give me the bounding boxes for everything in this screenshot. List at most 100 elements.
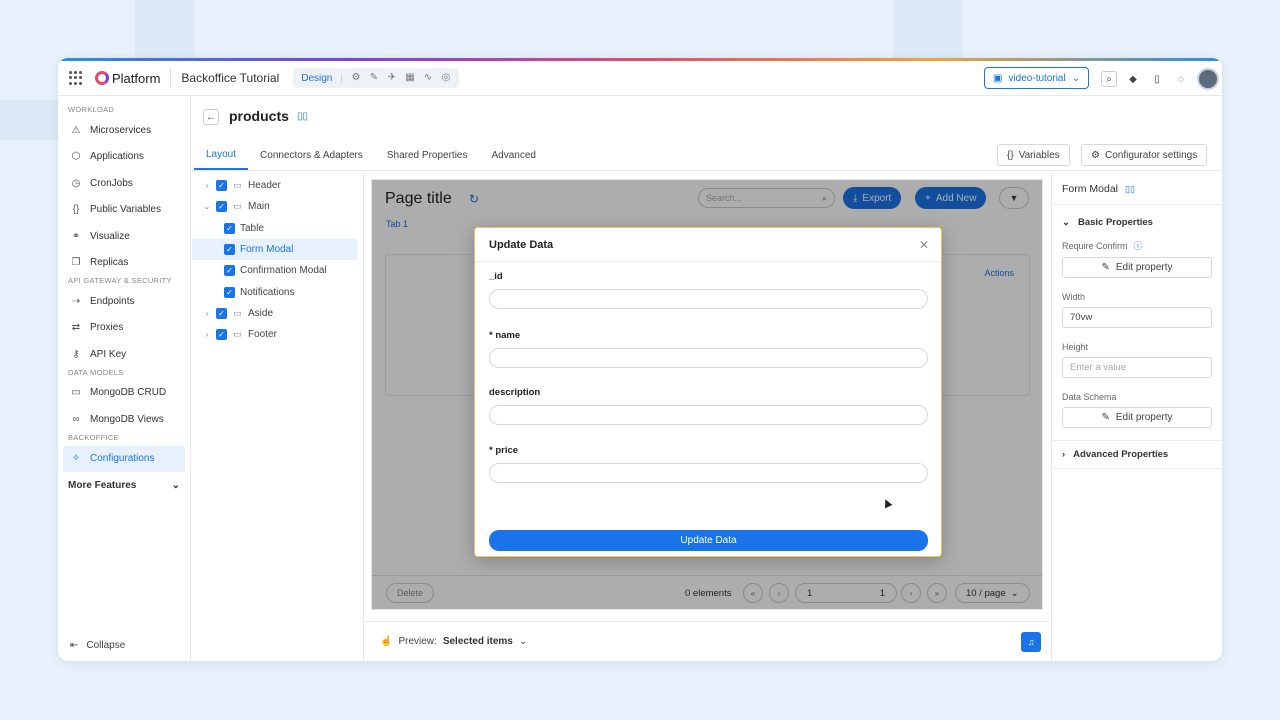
chevron-right-icon[interactable]: › [203, 181, 211, 190]
sidebar-item-replicas[interactable]: ❐ Replicas [58, 250, 190, 277]
cronjobs-icon: ◷ [71, 177, 81, 189]
docs-book-icon[interactable]: ▯▯ [297, 111, 308, 122]
width-label: Width [1062, 292, 1212, 302]
info-icon[interactable]: ⓘ [1134, 239, 1143, 252]
checkbox[interactable]: ✓ [216, 180, 227, 192]
section-icon: ▭ [233, 201, 242, 212]
variables-button[interactable]: {} Variables [997, 144, 1070, 166]
field-label: _id [489, 271, 503, 282]
bell-icon[interactable]: ♫ [1021, 632, 1041, 652]
advanced-properties-toggle[interactable]: › Advanced Properties [1062, 449, 1212, 460]
checkbox[interactable]: ✓ [224, 222, 235, 234]
chevron-down-icon[interactable]: ⌄ [519, 636, 527, 647]
name-field: * name [489, 330, 928, 368]
field-label: Height [1062, 342, 1089, 352]
replicas-icon: ❐ [71, 257, 81, 269]
chevron-right-icon[interactable]: › [203, 330, 211, 339]
pencil-icon[interactable]: ✎ [369, 73, 379, 83]
tree-item-table[interactable]: ✓ Table [192, 218, 363, 239]
binoculars-icon: ∞ [72, 413, 80, 425]
update-data-button[interactable]: Update Data [489, 530, 928, 551]
edit-property-button[interactable]: ✎ Edit property [1062, 257, 1212, 278]
sidebar-item-cronjobs[interactable]: ◷ CronJobs [58, 170, 190, 197]
tab-connectors-adapters[interactable]: Connectors & Adapters [248, 141, 375, 170]
chevron-right-icon[interactable]: › [203, 309, 211, 318]
sidebar-item-applications[interactable]: ⬡ Applications [58, 144, 190, 171]
sidebar-item-public-variables[interactable]: {} Public Variables [58, 197, 190, 224]
sidebar-item-mongodb-crud[interactable]: ▭ MongoDB CRUD [58, 380, 190, 407]
price-input[interactable] [489, 463, 928, 483]
tab-shared-properties[interactable]: Shared Properties [375, 141, 480, 170]
id-input[interactable] [489, 289, 928, 309]
pencil-icon: ✎ [1101, 412, 1110, 423]
sidebar-item-proxies[interactable]: ⇄ Proxies [58, 315, 190, 342]
dashboard-icon[interactable]: ▦ [405, 73, 415, 83]
close-icon[interactable]: ✕ [919, 238, 929, 252]
description-field: description [489, 387, 928, 425]
checkbox[interactable]: ✓ [224, 286, 235, 298]
chevron-down-icon: ⌄ [171, 479, 180, 491]
sidebar-item-microservices[interactable]: ⚠ Microservices [58, 117, 190, 144]
main-header: ← products ▯▯ Layout Connectors & Adapte… [192, 96, 1222, 171]
sidebar-item-visualize[interactable]: ⚭ Visualize [58, 223, 190, 250]
search-icon[interactable]: ⌕ [1101, 71, 1117, 87]
check-circle-icon[interactable]: ◎ [441, 73, 451, 83]
edit-property-button[interactable]: ✎ Edit property [1062, 407, 1212, 428]
collapse-button[interactable]: ⇤ Collapse [70, 640, 125, 651]
docs-book-icon[interactable]: ▯▯ [1125, 184, 1135, 195]
pulse-icon[interactable]: ∿ [423, 73, 433, 83]
sidebar-item-configurations[interactable]: ✧ Configurations [63, 445, 185, 472]
description-input[interactable] [489, 405, 928, 425]
back-arrow-icon[interactable]: ← [203, 109, 219, 125]
avatar[interactable] [1197, 68, 1219, 90]
chevron-down-icon: ⌄ [1071, 72, 1081, 84]
divider [1052, 468, 1222, 469]
notifications-icon[interactable]: ◌ [1173, 71, 1189, 87]
configurator-settings-button[interactable]: ⚙ Configurator settings [1081, 144, 1208, 166]
edit-property-label: Edit property [1115, 412, 1173, 423]
name-input[interactable] [489, 348, 928, 368]
apps-grid-icon[interactable] [69, 71, 83, 85]
tree-item-label: Footer [248, 329, 277, 341]
checkbox[interactable]: ✓ [224, 244, 235, 256]
more-features-toggle[interactable]: More Features ⌄ [58, 472, 190, 498]
preview-selector-value[interactable]: Selected items [443, 636, 513, 647]
tree-item-notifications[interactable]: ✓ Notifications [192, 281, 363, 302]
logo[interactable]: Platform [95, 71, 160, 86]
tree-item-aside[interactable]: › ✓ ▭ Aside [192, 303, 363, 324]
tree-item-footer[interactable]: › ✓ ▭ Footer [192, 324, 363, 345]
height-input[interactable]: Enter a value [1062, 357, 1212, 378]
sidebar-item-endpoints[interactable]: ⇢ Endpoints [58, 288, 190, 315]
tab-advanced[interactable]: Advanced [479, 141, 547, 170]
basic-properties-toggle[interactable]: ⌄ Basic Properties [1062, 217, 1212, 228]
sidebar-item-mongodb-views[interactable]: ∞ MongoDB Views [58, 406, 190, 433]
gitlab-icon[interactable]: ◆ [1125, 71, 1141, 87]
tree-item-header[interactable]: › ✓ ▭ Header [192, 175, 363, 196]
tree-item-main[interactable]: ⌄ ✓ ▭ Main [192, 196, 363, 217]
sidebar-item-api-key[interactable]: ⚷ API Key [58, 341, 190, 368]
background-shape [135, 0, 195, 58]
design-mode-tab[interactable]: Design [301, 73, 332, 84]
tree-item-confirmation-modal[interactable]: ✓ Confirmation Modal [192, 260, 363, 281]
tree-item-form-modal[interactable]: ✓ Form Modal [192, 238, 357, 261]
height-label: Height [1062, 342, 1212, 352]
checkbox[interactable]: ✓ [224, 265, 235, 277]
branch-selector[interactable]: ▣ video-tutorial ⌄ [984, 67, 1090, 89]
tab-layout[interactable]: Layout [194, 141, 249, 170]
project-title: Backoffice Tutorial [181, 71, 280, 85]
deploy-icon[interactable]: ✈ [387, 73, 397, 83]
checkbox[interactable]: ✓ [216, 329, 227, 341]
tree-item-label: Table [240, 222, 264, 234]
section-icon: ▭ [233, 180, 242, 191]
edit-property-label: Edit property [1115, 262, 1173, 273]
checkbox[interactable]: ✓ [216, 307, 227, 319]
width-input[interactable]: 70vw [1062, 307, 1212, 328]
modal-title: Update Data [489, 238, 554, 251]
checkbox[interactable]: ✓ [216, 201, 227, 213]
settings-icon[interactable]: ⚙ [351, 73, 361, 83]
docs-book-icon[interactable]: ▯ [1149, 71, 1165, 87]
chevron-down-icon[interactable]: ⌄ [203, 202, 211, 211]
properties-panel: Form Modal ▯▯ ⌄ Basic Properties Require… [1051, 172, 1222, 661]
update-data-modal: Update Data ✕ _id * name description * p… [474, 227, 942, 557]
visualize-icon: ⚭ [71, 230, 81, 242]
